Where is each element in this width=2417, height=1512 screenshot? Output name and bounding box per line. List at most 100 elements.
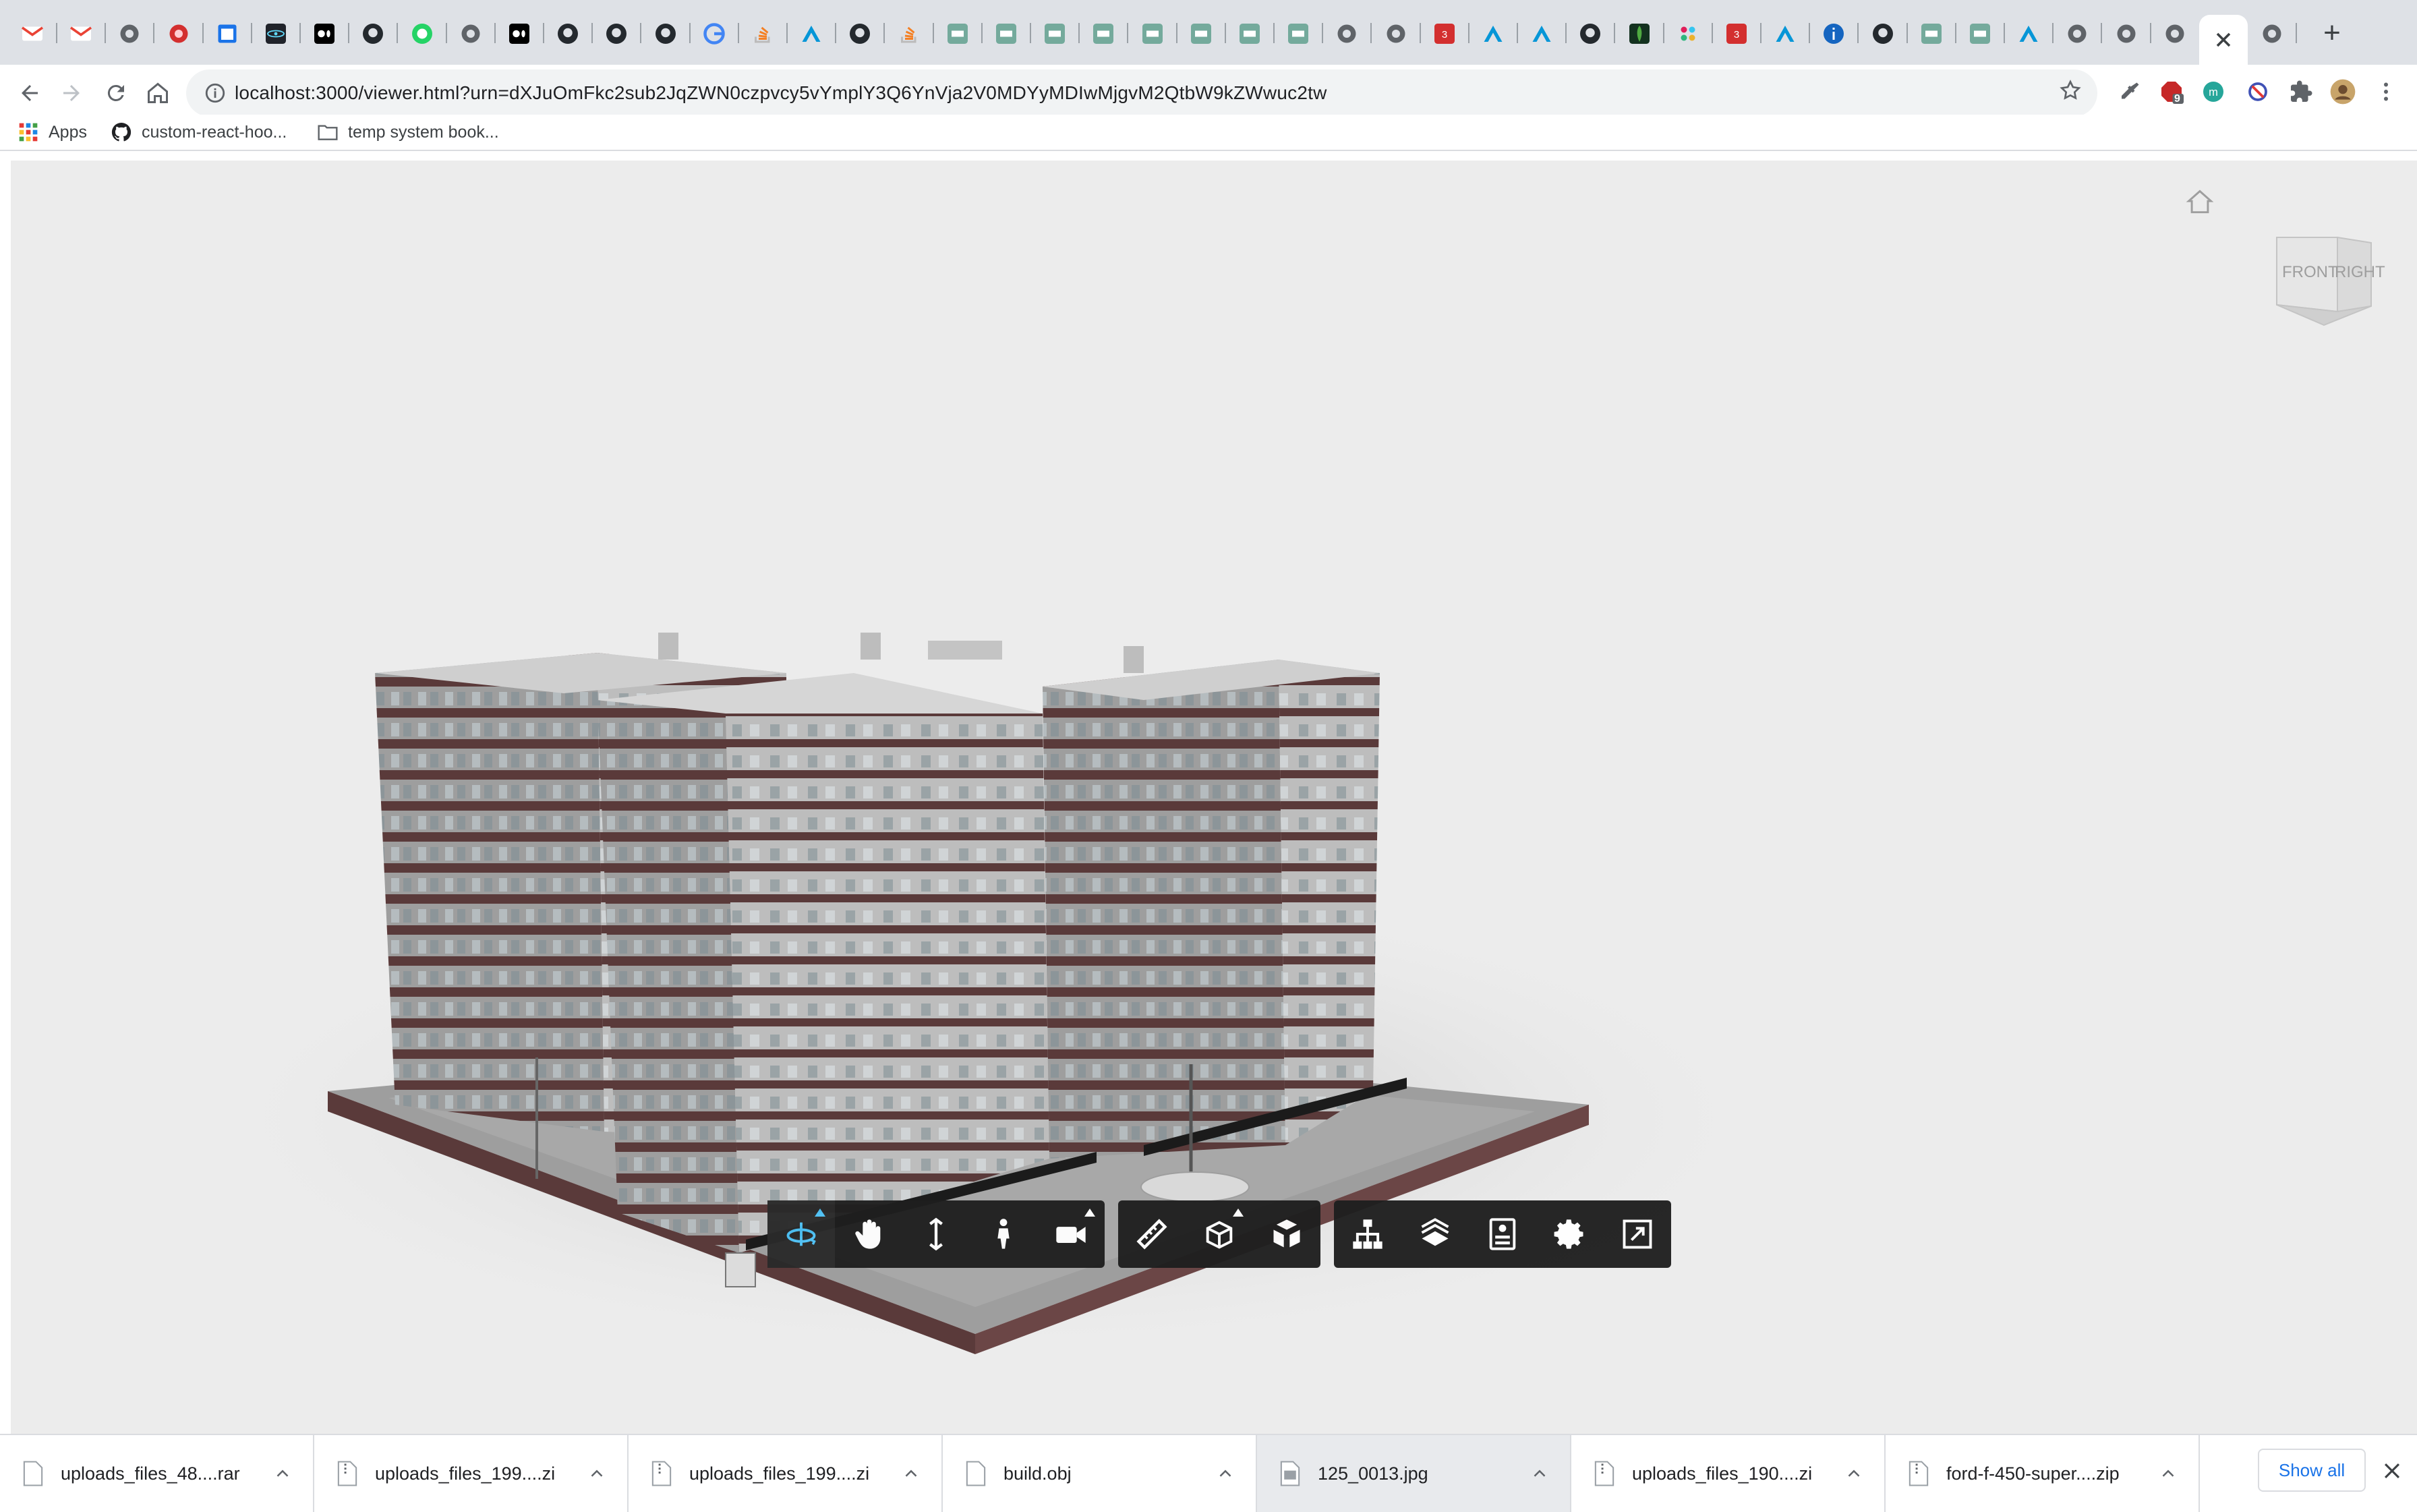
tab[interactable]: [1079, 15, 1128, 53]
bookmark-temp-system[interactable]: temp system book...: [317, 115, 499, 150]
chevron-up-icon[interactable]: [587, 1463, 607, 1484]
tab[interactable]: [641, 15, 690, 53]
tab[interactable]: [1030, 15, 1079, 53]
threejs-icon: 3: [1434, 24, 1455, 44]
close-icon[interactable]: [2211, 28, 2236, 52]
chevron-up-icon[interactable]: [272, 1463, 293, 1484]
tab[interactable]: [495, 15, 544, 53]
download-item[interactable]: uploads_files_199....zi: [629, 1435, 943, 1512]
tab[interactable]: [2151, 15, 2199, 53]
back-button[interactable]: [11, 74, 49, 112]
tab[interactable]: [57, 15, 105, 53]
tab[interactable]: [154, 15, 203, 53]
tab[interactable]: [1225, 15, 1274, 53]
tab[interactable]: [738, 15, 787, 53]
tab[interactable]: [1809, 15, 1858, 53]
section-button[interactable]: [1186, 1200, 1253, 1268]
download-item[interactable]: build.obj: [943, 1435, 1257, 1512]
download-item[interactable]: uploads_files_190....zi: [1571, 1435, 1886, 1512]
viewcube-home-icon[interactable]: [2185, 187, 2215, 217]
chevron-up-icon[interactable]: [1215, 1463, 1235, 1484]
tab[interactable]: [1469, 15, 1517, 53]
svg-text:m: m: [2209, 86, 2218, 98]
forward-button[interactable]: [53, 74, 90, 112]
tab[interactable]: [544, 15, 592, 53]
m-extension[interactable]: m: [2200, 78, 2227, 105]
bookmark-apps[interactable]: Apps: [18, 115, 87, 150]
properties-button[interactable]: [1469, 1200, 1536, 1268]
adblock-extension[interactable]: 9: [2158, 78, 2185, 105]
tab[interactable]: [2248, 15, 2296, 53]
show-all-downloads-button[interactable]: Show all: [2258, 1449, 2366, 1492]
download-item[interactable]: uploads_files_199....zi: [314, 1435, 629, 1512]
tab[interactable]: [2053, 15, 2101, 53]
tab[interactable]: [1761, 15, 1809, 53]
chevron-up-icon[interactable]: [901, 1463, 921, 1484]
explode-button[interactable]: [1253, 1200, 1320, 1268]
download-item[interactable]: ford-f-450-super....zip: [1886, 1435, 2200, 1512]
tab[interactable]: [1566, 15, 1614, 53]
close-downloads-icon[interactable]: [2381, 1459, 2404, 1482]
pan-button[interactable]: [835, 1200, 902, 1268]
tab-active[interactable]: [2199, 15, 2248, 65]
extensions-button[interactable]: [2288, 78, 2314, 105]
new-tab-button[interactable]: +: [2313, 16, 2351, 49]
tab[interactable]: 3: [1420, 15, 1469, 53]
tab[interactable]: [836, 15, 884, 53]
viewcube[interactable]: FRONT RIGHT: [2263, 231, 2398, 332]
chevron-up-icon[interactable]: [1844, 1463, 1864, 1484]
tab[interactable]: [787, 15, 836, 53]
zoom-button[interactable]: [902, 1200, 970, 1268]
tab[interactable]: [885, 15, 933, 53]
tab[interactable]: [398, 15, 446, 53]
chevron-up-icon[interactable]: [1530, 1463, 1550, 1484]
first-person-button[interactable]: [970, 1200, 1037, 1268]
home-button[interactable]: [139, 74, 177, 112]
download-item[interactable]: uploads_files_48....rar: [0, 1435, 314, 1512]
profile-avatar[interactable]: [2329, 78, 2356, 105]
reload-button[interactable]: [97, 74, 135, 112]
bookmark-star-icon[interactable]: [2058, 78, 2083, 103]
layers-button[interactable]: [1401, 1200, 1469, 1268]
settings-button[interactable]: [1536, 1200, 1604, 1268]
tab[interactable]: [1128, 15, 1177, 53]
tab[interactable]: [300, 15, 349, 53]
bookmark-custom-react-hooks[interactable]: custom-react-hoo...: [111, 115, 287, 150]
camera-button[interactable]: [1037, 1200, 1105, 1268]
tab[interactable]: [8, 15, 57, 53]
browser-menu-button[interactable]: [2372, 78, 2399, 105]
tab[interactable]: [1956, 15, 2004, 53]
measure-button[interactable]: [1118, 1200, 1186, 1268]
fullscreen-button[interactable]: [1604, 1200, 1671, 1268]
tab[interactable]: [1177, 15, 1225, 53]
tab[interactable]: [446, 15, 495, 53]
model-browser-button[interactable]: [1334, 1200, 1401, 1268]
tab[interactable]: [2004, 15, 2053, 53]
tab[interactable]: [105, 15, 154, 53]
address-bar[interactable]: localhost:3000/viewer.html?urn=dXJuOmFkc…: [186, 69, 2097, 117]
tab[interactable]: [2102, 15, 2151, 53]
tab[interactable]: [1322, 15, 1371, 53]
tab[interactable]: [1372, 15, 1420, 53]
tab[interactable]: [1274, 15, 1322, 53]
tab[interactable]: [1664, 15, 1712, 53]
tab[interactable]: [1517, 15, 1566, 53]
tab[interactable]: [252, 15, 300, 53]
viewcube-right-label[interactable]: RIGHT: [2335, 263, 2385, 282]
tab[interactable]: [982, 15, 1030, 53]
orbit-button[interactable]: [767, 1200, 835, 1268]
viewcube-front-label[interactable]: FRONT: [2282, 263, 2338, 282]
chevron-up-icon[interactable]: [2158, 1463, 2178, 1484]
tab[interactable]: [1615, 15, 1664, 53]
tab[interactable]: [1907, 15, 1956, 53]
download-item[interactable]: 125_0013.jpg: [1257, 1435, 1571, 1512]
tab[interactable]: [1859, 15, 1907, 53]
eyedropper-extension[interactable]: [2116, 78, 2143, 105]
tab[interactable]: [349, 15, 397, 53]
tab[interactable]: [933, 15, 982, 53]
tab[interactable]: [203, 15, 252, 53]
tab[interactable]: [592, 15, 641, 53]
tab[interactable]: [690, 15, 738, 53]
tab[interactable]: 3: [1712, 15, 1761, 53]
block-extension[interactable]: [2244, 78, 2271, 105]
